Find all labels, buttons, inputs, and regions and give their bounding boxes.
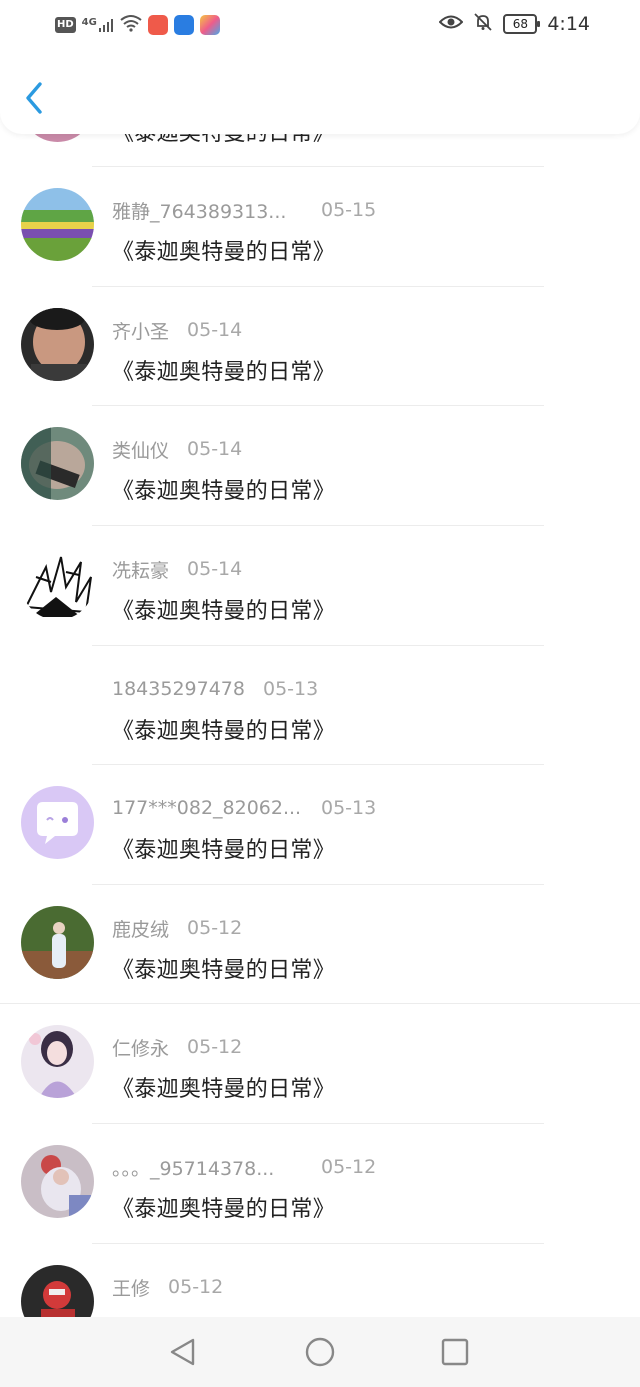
list-item[interactable]: 仁修永 05-12 《泰迦奥特曼的日常》 [0, 1014, 640, 1134]
nav-recents-button[interactable] [435, 1332, 475, 1372]
wifi-icon [120, 14, 142, 36]
divider [92, 166, 544, 167]
battery-icon: 68 [503, 14, 541, 34]
work-title: 《泰迦奥特曼的日常》 [112, 838, 336, 863]
comment-date: 05-13 [262, 678, 319, 700]
recents-square-icon [441, 1338, 469, 1366]
bulb-app-icon [173, 15, 194, 35]
work-title: 《泰迦奥特曼的日常》 [112, 1077, 336, 1102]
divider [92, 1123, 544, 1124]
divider [92, 764, 544, 765]
work-title: 《泰迦奥特曼的日常》 [112, 479, 336, 504]
work-title: 《泰迦奥特曼的日常》 [112, 1197, 336, 1222]
work-title: 《泰迦奥特曼的日常》 [112, 240, 336, 265]
divider [92, 884, 544, 885]
status-right: 68 4:14 [438, 12, 590, 36]
work-title: 《泰迦奥特曼的日常》 [112, 719, 336, 744]
list-item[interactable]: 雅静_764389313... 05-15 《泰迦奥特曼的日常》 [0, 177, 640, 297]
divider [92, 645, 544, 646]
nav-home-button[interactable] [300, 1332, 340, 1372]
work-title: 《泰迦奥特曼的日常》 [112, 599, 336, 624]
shop-app-icon [147, 15, 168, 35]
comment-meta: 鹿皮绒 05-12 [112, 914, 242, 942]
avatar [21, 188, 94, 261]
signal-icon: 4G [82, 17, 114, 33]
divider [92, 405, 544, 406]
comment-date: 05-12 [321, 1156, 377, 1178]
avatar [21, 906, 94, 979]
home-circle-icon [305, 1337, 335, 1367]
divider [0, 1003, 640, 1004]
divider [92, 286, 544, 287]
chevron-left-icon [26, 82, 42, 114]
comment-date: 05-14 [187, 438, 243, 460]
work-title: 《泰迦奥特曼的日常》 [112, 360, 336, 385]
user-name[interactable]: 177***082_82062... [112, 797, 302, 819]
work-title: 《泰迦奥特曼的日常》 [112, 958, 336, 983]
comment-date: 05-12 [168, 1276, 224, 1298]
list-item[interactable]: 鹿皮绒 05-12 《泰迦奥特曼的日常》 [0, 895, 640, 1015]
user-name[interactable]: 鹿皮绒 [112, 915, 169, 942]
status-bar: HD 4G 68 4:14 [0, 10, 640, 42]
comment-meta: 18435297478 05-13 [112, 675, 318, 703]
comment-meta: 177***082_82062... 05-13 [112, 794, 376, 822]
user-name[interactable]: 18435297478 [112, 678, 245, 700]
comment-date: 05-12 [187, 917, 243, 939]
list-item[interactable]: 冼耘豪 05-14 《泰迦奥特曼的日常》 [0, 536, 640, 656]
top-header: HD 4G 68 4:14 [0, 0, 640, 134]
user-name[interactable]: 王修 [112, 1274, 150, 1301]
avatar [21, 308, 94, 381]
user-name[interactable]: 冼耘豪 [112, 556, 169, 583]
user-name[interactable]: 齐小圣 [112, 317, 169, 344]
user-name[interactable]: 雅静_764389313... [112, 197, 302, 224]
system-nav-bar [0, 1317, 640, 1387]
user-name[interactable]: 。。。_95714378... [112, 1154, 302, 1181]
hd-icon: HD [55, 17, 76, 33]
comment-meta: 齐小圣 05-14 [112, 316, 242, 344]
avatar [21, 1145, 94, 1218]
user-name[interactable]: 类仙仪 [112, 436, 169, 463]
back-triangle-icon [170, 1338, 195, 1366]
avatar [21, 1025, 94, 1098]
user-name[interactable]: 仁修永 [112, 1034, 169, 1061]
colorful-app-icon [199, 15, 220, 35]
comment-date: 05-15 [321, 199, 377, 221]
avatar [21, 427, 94, 500]
comment-date: 05-14 [187, 558, 243, 580]
comment-date: 05-12 [187, 1036, 243, 1058]
screen: 《泰迦奥特曼的日常》 雅静_764389313... 05-15 《泰迦奥特曼的… [0, 0, 640, 1387]
comment-meta: 。。。_95714378... 05-12 [112, 1153, 376, 1181]
mute-bell-icon [473, 12, 493, 36]
list-item[interactable]: 齐小圣 05-14 《泰迦奥特曼的日常》 [0, 297, 640, 417]
list-item[interactable]: 18435297478 05-13 《泰迦奥特曼的日常》 [0, 656, 640, 776]
nav-back-button[interactable] [163, 1332, 203, 1372]
eye-icon [438, 14, 464, 34]
clock: 4:14 [547, 13, 590, 35]
comment-date: 05-13 [321, 797, 377, 819]
list-item[interactable]: 。。。_95714378... 05-12 《泰迦奥特曼的日常》 [0, 1134, 640, 1254]
list-item[interactable]: 类仙仪 05-14 《泰迦奥特曼的日常》 [0, 416, 640, 536]
status-left: HD 4G [55, 14, 220, 36]
back-button[interactable] [20, 78, 50, 118]
divider [92, 1243, 544, 1244]
avatar [21, 547, 94, 620]
comment-meta: 王修 05-12 [112, 1273, 223, 1301]
list-item[interactable]: 177***082_82062... 05-13 《泰迦奥特曼的日常》 [0, 775, 640, 895]
comment-meta: 仁修永 05-12 [112, 1033, 242, 1061]
comment-date: 05-14 [187, 319, 243, 341]
avatar [21, 786, 94, 859]
divider [92, 525, 544, 526]
comment-meta: 冼耘豪 05-14 [112, 555, 242, 583]
comment-meta: 类仙仪 05-14 [112, 435, 242, 463]
signal-label: 4G [81, 17, 97, 28]
comment-meta: 雅静_764389313... 05-15 [112, 196, 376, 224]
